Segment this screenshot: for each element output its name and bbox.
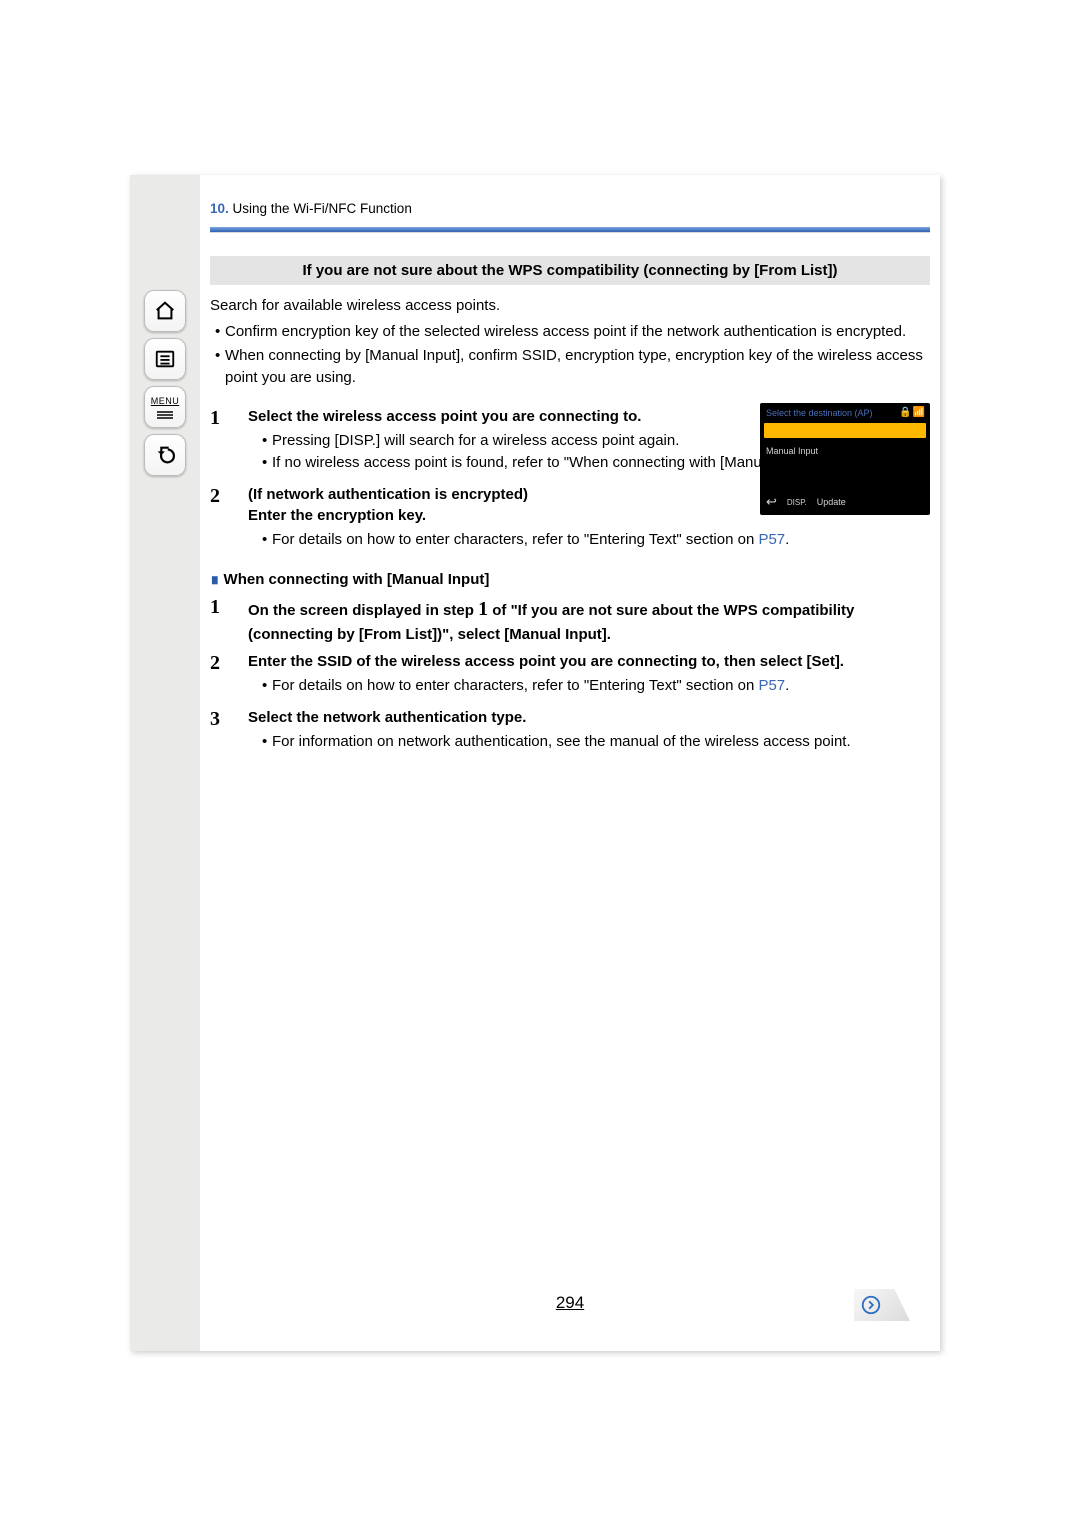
breadcrumb-text: Using the Wi-Fi/NFC Function [229, 201, 412, 216]
intro-bullet: When connecting by [Manual Input], confi… [215, 345, 930, 389]
step-text: Enter the SSID of the wireless access po… [248, 653, 844, 670]
shot-title: Select the destination (AP) [766, 407, 873, 420]
step-row: 2 Enter the SSID of the wireless access … [210, 651, 930, 701]
step-text: Select the network authentication type. [248, 709, 526, 726]
step-text: On the screen displayed in step 1 of "If… [248, 602, 854, 643]
subheading: ∎When connecting with [Manual Input] [210, 569, 930, 591]
sidebar: MENU [130, 175, 200, 1351]
step-number: 2 [210, 484, 228, 555]
step-row: 3 Select the network authentication type… [210, 707, 930, 757]
shot-back-icon: ↩ [766, 493, 777, 512]
step-bullet: If no wireless access point is found, re… [262, 452, 930, 474]
step-text: Select the wireless access point you are… [248, 408, 641, 425]
page-link[interactable]: P57 [758, 531, 785, 548]
step-bullet: Pressing [DISP.] will search for a wirel… [262, 430, 930, 452]
page-link[interactable]: P57 [758, 677, 785, 694]
step-bullet: For details on how to enter characters, … [262, 529, 930, 551]
header-divider [210, 227, 930, 232]
step-number: 2 [210, 651, 228, 701]
step-number: 1 [210, 406, 228, 477]
step-number: 3 [210, 707, 228, 757]
forward-icon [860, 1294, 882, 1316]
steps-group-b: 1 On the screen displayed in step 1 of "… [210, 595, 930, 757]
page-number[interactable]: 294 [556, 1291, 584, 1316]
step-text: (If network authentication is encrypted)… [248, 486, 528, 525]
toc-button[interactable] [144, 338, 186, 380]
shot-disp: DISP. [787, 497, 807, 509]
page-content: 10. Using the Wi-Fi/NFC Function If you … [200, 175, 940, 1351]
next-page-button[interactable] [854, 1289, 910, 1321]
manual-page: MENU 10. Using the Wi-Fi/NFC Function If… [0, 0, 1080, 1526]
back-button[interactable] [144, 434, 186, 476]
back-icon [154, 444, 176, 466]
intro-bullet: Confirm encryption key of the selected w… [215, 321, 930, 343]
home-icon [154, 300, 176, 322]
menu-label: MENU [151, 395, 180, 408]
intro-bullets: Confirm encryption key of the selected w… [210, 321, 930, 388]
step-number: 1 [210, 595, 228, 646]
square-bullet-icon: ∎ [210, 571, 220, 588]
shot-status-icons: 🔒 📶 [899, 406, 924, 421]
list-icon [154, 348, 176, 370]
section-title: If you are not sure about the WPS compat… [210, 256, 930, 286]
breadcrumb-num: 10. [210, 201, 229, 216]
menu-button[interactable]: MENU [144, 386, 186, 428]
step-bullet: For information on network authenticatio… [262, 731, 930, 753]
breadcrumb: 10. Using the Wi-Fi/NFC Function [210, 195, 930, 227]
step-bullet: For details on how to enter characters, … [262, 675, 930, 697]
shot-update: Update [817, 496, 846, 509]
menu-lines-icon [155, 411, 175, 419]
step-row: 1 On the screen displayed in step 1 of "… [210, 595, 930, 646]
home-button[interactable] [144, 290, 186, 332]
intro-text: Search for available wireless access poi… [210, 295, 930, 317]
